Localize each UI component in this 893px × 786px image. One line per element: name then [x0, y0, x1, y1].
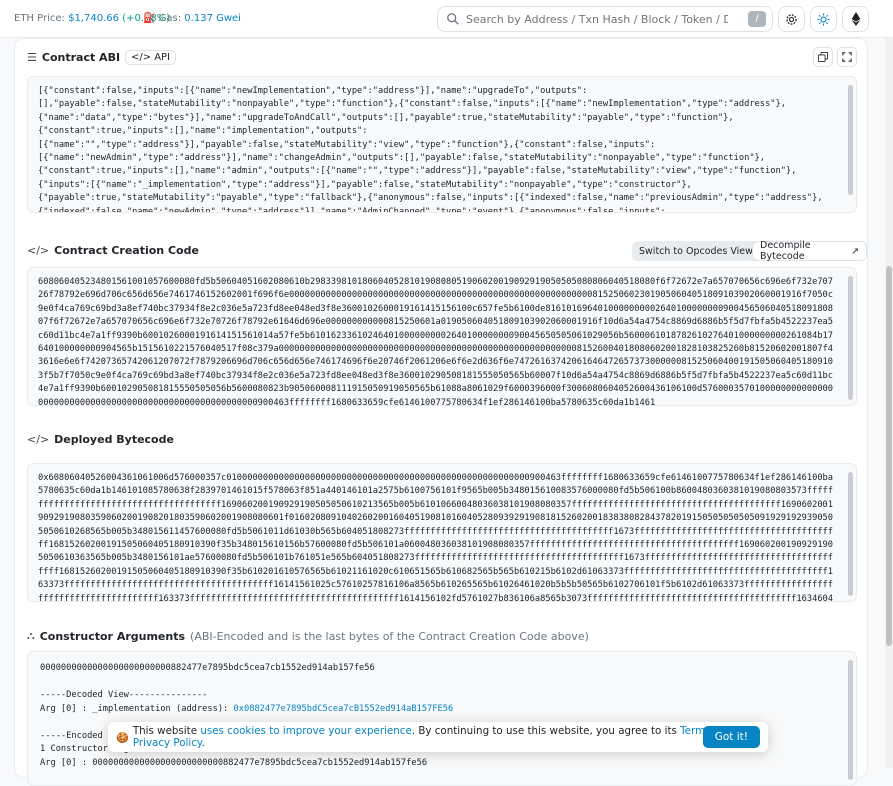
cookie-banner: 🍪 This website uses cookies to improve y…: [108, 722, 768, 752]
external-link-icon: ↗: [851, 245, 859, 257]
copy-abi-button[interactable]: [813, 47, 833, 67]
cookie-text-2: . By continuing to use this website, you…: [411, 725, 681, 737]
cookie-icon: 🍪: [116, 731, 129, 744]
contract-abi-title: Contract ABI: [41, 51, 121, 64]
search-icon: [447, 13, 459, 25]
search-shortcut-key: /: [748, 11, 766, 27]
gas-value[interactable]: 0.137 Gwei: [184, 13, 241, 24]
theme-toggle-button[interactable]: [810, 6, 837, 32]
search-input[interactable]: [464, 10, 730, 28]
gas-info: ⛽ Gas: 0.137 Gwei: [143, 13, 241, 24]
encoded-arg-0: Arg [0] : 000000000000000000000000088247…: [40, 758, 428, 768]
constructor-args-subtitle: (ABI-Encoded and is the last bytes of th…: [190, 629, 589, 643]
expand-abi-button[interactable]: [837, 47, 857, 67]
cookie-text-4: .: [201, 737, 205, 749]
abi-code-box[interactable]: [{"constant":false,"inputs":[{"name":"ne…: [27, 76, 857, 213]
encoded-args: 0000000000000000000000000882477e7895bdc5…: [40, 663, 375, 673]
code-icon: </>: [27, 244, 50, 257]
code-icon: </>: [131, 52, 152, 63]
cookie-accept-button[interactable]: Got it!: [702, 726, 760, 748]
deployed-bytecode-title: Deployed Bytecode: [54, 433, 174, 446]
deployed-bytecode-box[interactable]: 0x60806040526004361061006d576000357c0100…: [27, 463, 857, 602]
top-bar: ETH Price: $1,740.66 (+0.98%) ⛽ Gas: 0.1…: [0, 0, 893, 38]
code-icon: </>: [27, 433, 50, 446]
constructor-args-box[interactable]: 0000000000000000000000000882477e7895bdc5…: [27, 651, 857, 786]
eth-price-value[interactable]: $1,740.66: [68, 13, 119, 24]
gas-pump-icon: ⛽: [143, 13, 156, 24]
list-icon: ☰: [27, 51, 37, 64]
hierarchy-icon: ⛬: [27, 629, 35, 642]
deployed-bytecode-header: </> Deployed Bytecode: [27, 433, 174, 446]
decompile-bytecode-button[interactable]: Decompile Bytecode ↗: [752, 240, 867, 262]
deployed-bytecode-scrollbar[interactable]: [848, 472, 853, 596]
search-box: /: [437, 6, 773, 32]
cookie-policy-link[interactable]: uses cookies to improve your experience: [200, 725, 411, 737]
constructor-args-title: Constructor Arguments: [39, 629, 186, 643]
api-button[interactable]: </> API: [125, 50, 177, 65]
eth-price-label: ETH Price:: [14, 13, 65, 24]
creation-code-title: Contract Creation Code: [54, 244, 199, 257]
creation-code-scrollbar[interactable]: [848, 276, 853, 400]
creation-code-text: 608060405234801561001057600080fd5b506040…: [38, 277, 834, 406]
abi-code-text: [{"constant":false,"inputs":[{"name":"ne…: [38, 86, 823, 213]
switch-opcodes-label: Switch to Opcodes View: [639, 245, 753, 257]
deployed-bytecode-text: 0x60806040526004361061006d576000357c0100…: [38, 473, 834, 602]
privacy-policy-link[interactable]: Privacy Policy: [133, 737, 202, 749]
cookie-text-1: This website: [132, 725, 201, 737]
creation-code-box[interactable]: 608060405234801561001057600080fd5b506040…: [27, 267, 857, 406]
decoded-view-header: -----Decoded View---------------: [40, 690, 208, 700]
ethereum-icon: [851, 12, 860, 26]
expand-icon: [842, 52, 852, 62]
network-switch-button[interactable]: [842, 6, 869, 32]
cookie-message: This website uses cookies to improve you…: [133, 725, 760, 749]
constructor-args-scrollbar[interactable]: [848, 660, 853, 780]
api-label: API: [154, 52, 171, 63]
contract-code-card: ☰ Contract ABI </> API [{"constant":fals…: [14, 38, 868, 786]
page-scrollbar[interactable]: [885, 38, 893, 768]
sun-icon: [817, 12, 830, 26]
contract-abi-header: ☰ Contract ABI </> API: [27, 50, 177, 65]
gas-label: Gas:: [158, 13, 182, 24]
decoded-arg-0-prefix: Arg [0] : _implementation (address):: [40, 704, 234, 714]
implementation-address-link[interactable]: 0x0882477e7895bdC5cea7cB1552ed914aB157FE…: [234, 704, 454, 714]
creation-code-header: </> Contract Creation Code: [27, 244, 199, 257]
gear-icon: [786, 13, 797, 25]
decoded-arg-0: Arg [0] : _implementation (address): 0x0…: [40, 704, 453, 714]
settings-button[interactable]: [778, 6, 805, 32]
switch-opcodes-button[interactable]: Switch to Opcodes View ↺: [632, 241, 772, 261]
abi-scrollbar[interactable]: [848, 85, 853, 195]
copy-icon: [818, 52, 828, 62]
page-scrollbar-thumb[interactable]: [886, 266, 892, 646]
constructor-args-header: ⛬ Constructor Arguments (ABI-Encoded and…: [27, 629, 589, 643]
decompile-label: Decompile Bytecode: [760, 240, 811, 262]
